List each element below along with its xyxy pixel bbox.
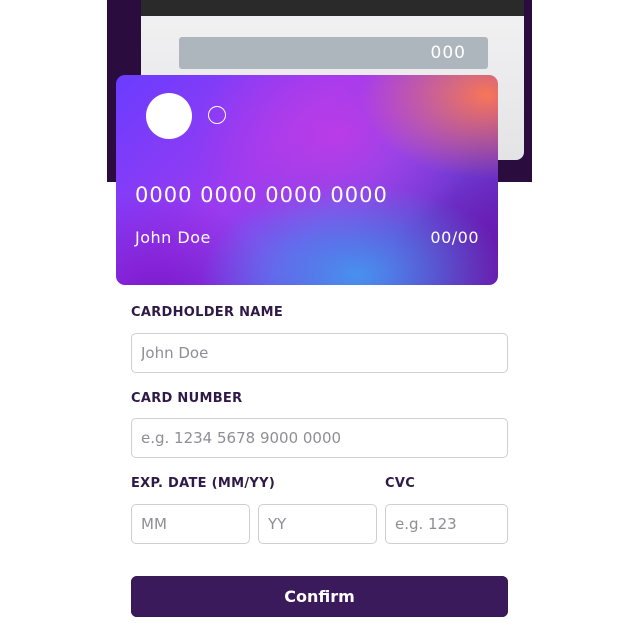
magnetic-stripe [141,0,524,16]
card-front-expiry: 00/00 [430,228,479,247]
card-front-number: 0000 0000 0000 0000 [135,183,388,207]
cardholder-name-input[interactable] [131,333,508,373]
confirm-button[interactable]: Confirm [131,576,508,617]
cvc-input[interactable] [385,504,508,544]
exp-date-label: EXP. DATE (MM/YY) [131,476,276,491]
card-number-label: CARD NUMBER [131,391,243,406]
card-logo-filled-circle-icon [146,93,192,139]
card-front: 0000 0000 0000 0000 John Doe 00/00 [116,75,498,285]
cardholder-name-label: CARDHOLDER NAME [131,305,284,320]
cvc-label: CVC [385,476,416,491]
exp-year-input[interactable] [258,504,377,544]
signature-strip: 000 [179,37,488,69]
card-back-cvc: 000 [430,43,466,63]
confirm-button-label: Confirm [284,587,355,606]
exp-month-input[interactable] [131,504,250,544]
card-details-page: 000 0000 0000 0000 0000 John Doe 00/00 C… [0,0,640,640]
card-logo-outline-circle-icon [208,106,226,124]
card-front-name: John Doe [135,228,211,247]
card-number-input[interactable] [131,418,508,458]
